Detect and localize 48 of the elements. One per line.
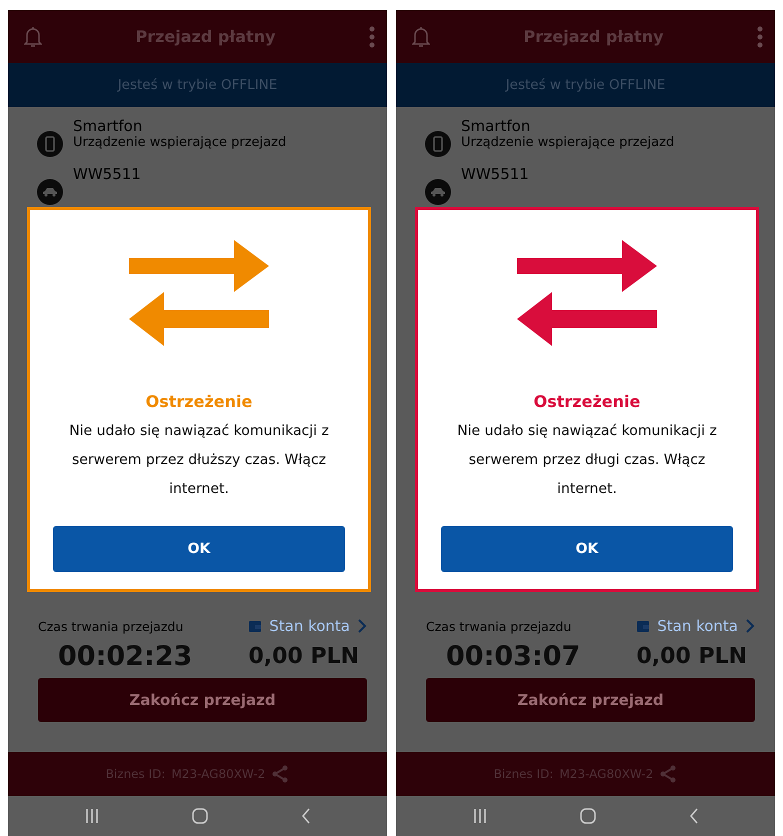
end-trip-button[interactable]: Zakończ przejazd [426,678,755,722]
swap-arrows-icon [129,240,269,346]
duration-label: Czas trwania przejazdu [38,618,184,634]
back-icon[interactable] [688,808,698,824]
bell-icon[interactable] [24,24,42,48]
recent-apps-icon[interactable] [84,808,98,824]
dialog-title: Ostrzeżenie [534,392,640,411]
car-icon [425,179,451,205]
smartphone-icon [37,131,63,157]
end-trip-button[interactable]: Zakończ przejazd [38,678,367,722]
more-options-icon[interactable] [757,26,763,48]
amount-value: 0,00 PLN [248,644,359,669]
device-name: Smartfon [461,117,532,135]
chevron-right-icon[interactable] [746,619,755,633]
offline-text: Jesteś w trybie OFFLINE [118,77,278,93]
device-name: WW5511 [73,165,141,183]
dialog-message: Nie udało się nawiązać komunikacji z serwerem przez długi czas. Włącz internet. [456,422,718,499]
home-icon[interactable] [192,808,208,824]
car-icon [37,179,63,205]
wallet-icon [637,620,650,632]
offline-text: Jesteś w trybie OFFLINE [506,77,666,93]
dialog-message: Nie udało się nawiązać komunikacji z serwerem przez dłuższy czas. Włącz internet. [68,422,330,499]
ok-button[interactable]: OK [441,526,733,572]
screen-title: Przejazd płatny [523,27,664,46]
account-balance-link[interactable]: Stan konta [657,617,738,635]
bell-icon[interactable] [412,24,430,48]
amount-value: 0,00 PLN [636,644,747,669]
duration-value: 00:02:23 [58,641,192,672]
dialog-title: Ostrzeżenie [146,392,252,411]
account-balance-link[interactable]: Stan konta [269,617,350,635]
screen-title: Przejazd płatny [135,27,276,46]
duration-label: Czas trwania przejazdu [426,618,572,634]
recent-apps-icon[interactable] [472,808,486,824]
duration-value: 00:03:07 [446,641,580,672]
chevron-right-icon[interactable] [358,619,367,633]
home-icon[interactable] [580,808,596,824]
device-description: Urządzenie wspierające przejazd [73,135,286,150]
device-name: Smartfon [73,117,144,135]
device-description: Urządzenie wspierające przejazd [461,135,674,150]
device-name: WW5511 [461,165,529,183]
more-options-icon[interactable] [369,26,375,48]
wallet-icon [249,620,262,632]
back-icon[interactable] [300,808,310,824]
share-icon[interactable] [271,765,290,783]
smartphone-icon [425,131,451,157]
share-icon[interactable] [659,765,678,783]
ok-button[interactable]: OK [53,526,345,572]
swap-arrows-icon [517,240,657,346]
